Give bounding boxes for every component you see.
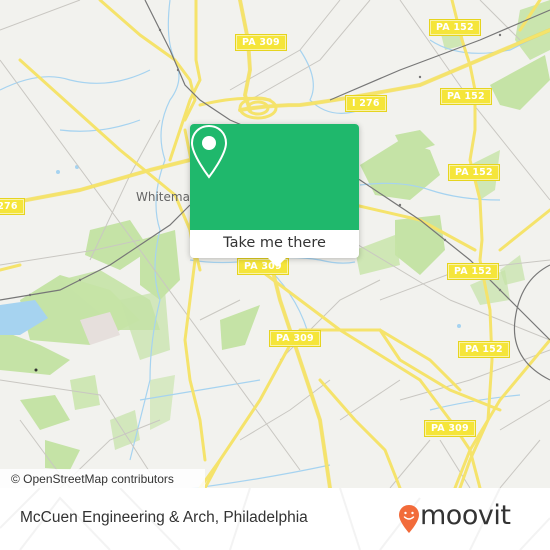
route-shield: PA 152: [449, 165, 499, 180]
popup-pointer: [268, 258, 286, 267]
moovit-pin-icon: [399, 505, 419, 533]
route-shield: PA 309: [270, 331, 320, 346]
popup-header: [190, 124, 359, 230]
route-shield: PA 152: [459, 342, 509, 357]
place-label-whitemarsh: Whitema: [136, 190, 190, 204]
map-view[interactable]: PA 309 PA 152 I 276 PA 152 PA 152 I 276 …: [0, 0, 550, 488]
route-shield: PA 152: [441, 89, 491, 104]
route-shield: I 276: [0, 199, 24, 214]
map-pin-icon: [190, 124, 228, 179]
take-me-there-button[interactable]: Take me there: [190, 230, 359, 258]
moovit-logo[interactable]: moovit: [398, 500, 538, 534]
map-attribution[interactable]: © OpenStreetMap contributors: [0, 469, 205, 488]
route-shield: PA 152: [448, 264, 498, 279]
moovit-wordmark: moovit: [420, 500, 511, 531]
route-shield: I 276: [346, 96, 386, 111]
footer: McCuen Engineering & Arch, Philadelphia …: [0, 488, 550, 550]
route-shield: PA 309: [425, 421, 475, 436]
poi-dot: [34, 368, 38, 372]
place-title: McCuen Engineering & Arch, Philadelphia: [20, 509, 308, 526]
location-popup: Take me there: [190, 124, 359, 267]
route-shield: PA 152: [430, 20, 480, 35]
route-shield: PA 309: [236, 35, 286, 50]
